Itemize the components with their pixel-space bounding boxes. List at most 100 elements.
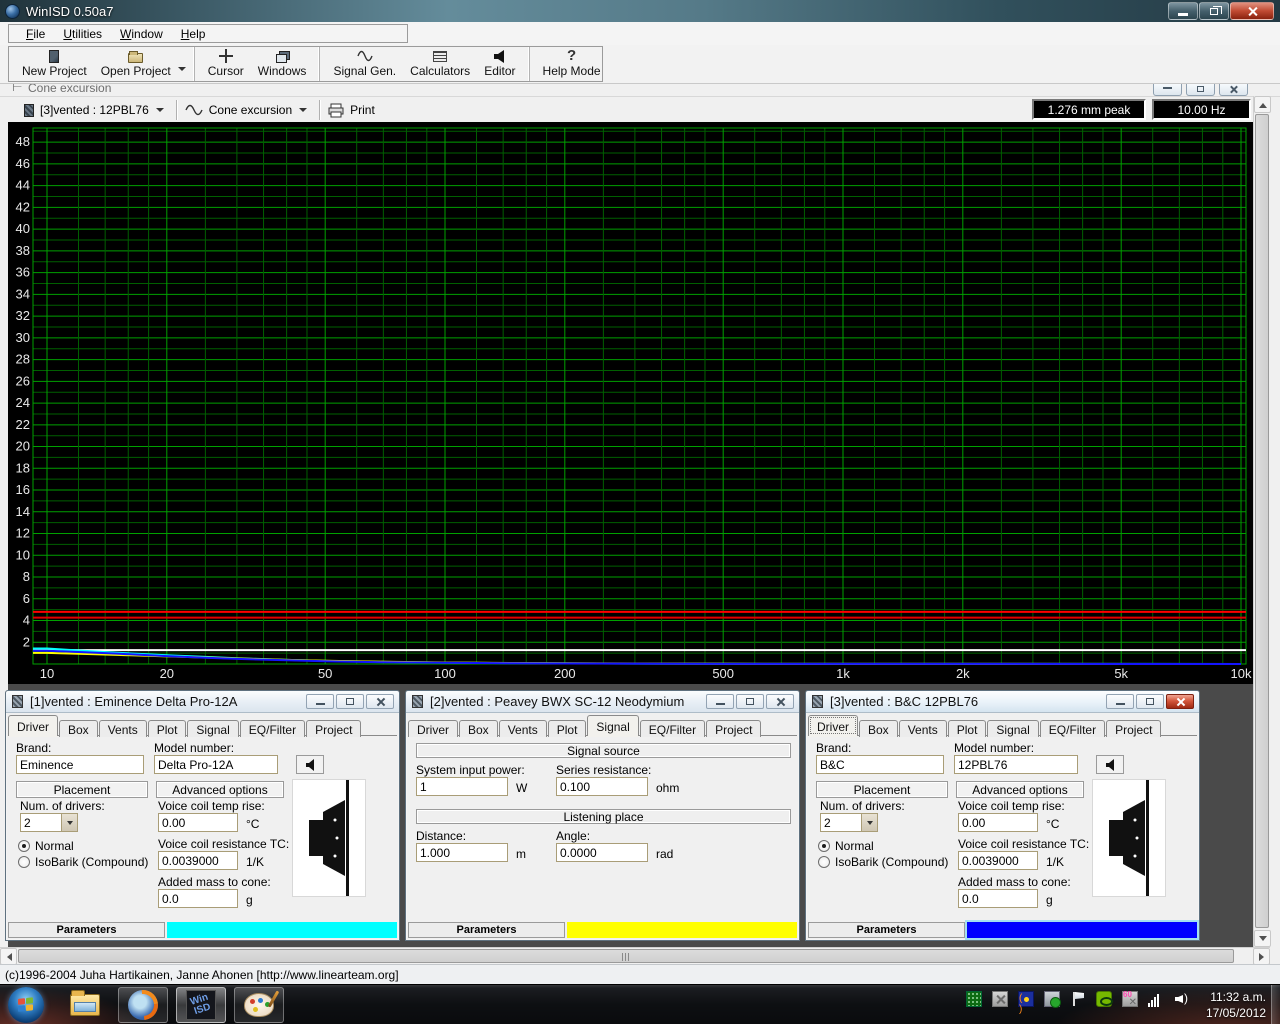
child-restore-button[interactable] [1186,84,1215,96]
tray-usb-icon[interactable] [1044,991,1060,1007]
tray-grid-icon[interactable] [966,991,982,1007]
model-input[interactable] [154,755,278,774]
mass-input[interactable] [158,889,238,908]
placement-button[interactable]: Placement [816,781,948,798]
tab-vents[interactable]: Vents [99,720,147,738]
tab-driver[interactable]: Driver [8,715,58,736]
series-resistance-field[interactable] [556,777,648,796]
tab-eqfilter[interactable]: EQ/Filter [240,720,305,738]
print-button[interactable]: Print [350,103,375,117]
tab-project[interactable]: Project [706,720,761,738]
windows-button[interactable]: Windows [251,47,314,81]
tray-wireless-audio-icon[interactable] [1018,991,1034,1007]
tab-eqfilter[interactable]: EQ/Filter [1040,720,1105,738]
calculators-button[interactable]: Calculators [403,47,477,81]
restore-button[interactable] [736,694,764,709]
tray-60-icon[interactable] [1122,991,1138,1007]
scroll-up-button[interactable] [1254,96,1271,113]
tab-plot[interactable]: Plot [948,720,987,738]
advanced-options-button[interactable]: Advanced options [956,781,1084,798]
num-drivers-combo[interactable]: 2 [820,813,878,832]
editor-button[interactable]: Editor [477,47,522,81]
taskbar-explorer-button[interactable] [60,987,110,1023]
combo-dropdown-icon[interactable] [61,814,77,831]
child-minimize-button[interactable] [1153,84,1182,96]
mount-isobarik-radio[interactable]: IsoBarik (Compound) [818,855,948,869]
num-drivers-combo[interactable]: 2 [20,813,78,832]
window-titlebar[interactable]: [1]vented : Eminence Delta Pro-12A [6,691,399,713]
tray-volume-icon[interactable] [1174,991,1190,1007]
open-project-dropdown-icon[interactable] [178,67,186,75]
scroll-left-button[interactable] [0,948,17,965]
close-button[interactable] [366,694,394,709]
driver-test-button[interactable] [296,755,324,774]
menu-help[interactable]: Help [172,25,215,43]
tray-nvidia-icon[interactable] [1096,991,1112,1007]
new-project-button[interactable]: New Project [15,47,94,81]
tab-eqfilter[interactable]: EQ/Filter [640,720,705,738]
show-desktop-button[interactable] [1271,985,1280,1024]
combo-dropdown-icon[interactable] [861,814,877,831]
tray-network-icon[interactable] [1148,991,1164,1007]
driver-test-button[interactable] [1096,755,1124,774]
minimize-button[interactable] [706,694,734,709]
plot-type-dropdown-icon[interactable] [299,108,307,116]
parameters-button[interactable]: Parameters [8,922,165,938]
horizontal-scrollbar[interactable] [0,947,1270,964]
tab-driver[interactable]: Driver [808,715,858,736]
signal-gen-button[interactable]: Signal Gen. [326,47,403,81]
tab-plot[interactable]: Plot [548,720,587,738]
open-project-button[interactable]: Open Project [94,47,178,81]
tab-project[interactable]: Project [1106,720,1161,738]
menu-utilities[interactable]: Utilities [54,25,111,43]
close-button[interactable] [766,694,794,709]
taskbar-paint-button[interactable] [234,987,284,1023]
tab-signal[interactable]: Signal [587,715,638,736]
vc-res-input[interactable] [958,851,1038,870]
tray-disabled-icon[interactable] [992,991,1008,1007]
scroll-down-button[interactable] [1254,930,1271,947]
restore-button[interactable] [336,694,364,709]
close-button[interactable] [1166,694,1194,709]
tab-vents[interactable]: Vents [899,720,947,738]
placement-button[interactable]: Placement [16,781,148,798]
tab-driver[interactable]: Driver [408,720,458,738]
mount-isobarik-radio[interactable]: IsoBarik (Compound) [18,855,148,869]
vertical-scroll-thumb[interactable] [1255,114,1269,928]
scroll-right-button[interactable] [1253,948,1270,965]
model-input[interactable] [954,755,1078,774]
mass-input[interactable] [958,889,1038,908]
help-mode-button[interactable]: ? Help Mode [536,47,608,81]
vc-res-input[interactable] [158,851,238,870]
parameters-button[interactable]: Parameters [408,922,565,938]
tray-action-center-icon[interactable] [1070,991,1086,1007]
cone-excursion-chart[interactable]: 1020501002005001k2k5k10k4846444240383634… [8,122,1253,684]
window-titlebar[interactable]: [3]vented : B&C 12PBL76 [806,691,1199,713]
tab-box[interactable]: Box [859,720,898,738]
input-power-field[interactable] [416,777,508,796]
angle-field[interactable] [556,843,648,862]
restore-button[interactable] [1199,2,1229,20]
minimize-button[interactable] [1106,694,1134,709]
parameters-button[interactable]: Parameters [808,922,965,938]
brand-input[interactable] [816,755,944,774]
brand-input[interactable] [16,755,144,774]
vc-temp-input[interactable] [958,813,1038,832]
minimize-button[interactable] [306,694,334,709]
vertical-scrollbar[interactable] [1253,96,1270,947]
tab-box[interactable]: Box [459,720,498,738]
window-titlebar[interactable]: [2]vented : Peavey BWX SC-12 Neodymium [406,691,799,713]
minimize-button[interactable] [1168,2,1198,20]
project-selector-dropdown-icon[interactable] [156,108,164,116]
vc-temp-input[interactable] [158,813,238,832]
horizontal-scroll-thumb[interactable] [18,949,1234,963]
tab-plot[interactable]: Plot [148,720,187,738]
tab-project[interactable]: Project [306,720,361,738]
menu-file[interactable]: File [17,25,54,43]
taskbar-winisd-button[interactable]: Win ISD [176,987,226,1023]
mount-normal-radio[interactable]: Normal [18,839,74,853]
taskbar-clock[interactable]: 11:32 a.m. 17/05/2012 [1206,989,1266,1021]
advanced-options-button[interactable]: Advanced options [156,781,284,798]
close-button[interactable] [1230,2,1274,20]
plot-type-selector[interactable]: Cone excursion [209,103,292,117]
